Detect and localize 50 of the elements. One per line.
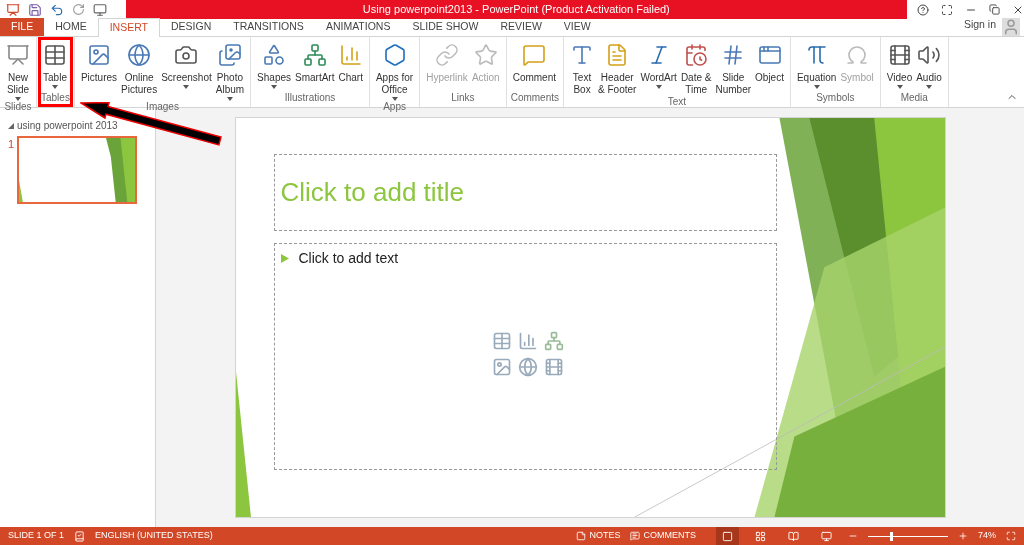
language-label[interactable]: ENGLISH (UNITED STATES) bbox=[95, 529, 213, 543]
ribbon-button[interactable]: Shapes bbox=[255, 40, 294, 92]
ribbon-tab[interactable]: DESIGN bbox=[160, 18, 223, 36]
slide-count: SLIDE 1 OF 1 bbox=[8, 529, 65, 543]
ribbon-button[interactable]: Table bbox=[41, 40, 69, 92]
ribbon-tab[interactable]: FILE bbox=[0, 18, 45, 36]
comments-button[interactable]: COMMENTS bbox=[630, 529, 696, 543]
ribbon-button[interactable]: Online Pictures bbox=[119, 40, 160, 101]
slide-canvas[interactable]: Click to add title Click to add text bbox=[234, 117, 946, 518]
sign-in-link[interactable]: Sign in bbox=[963, 17, 996, 33]
ribbon-button[interactable]: Object bbox=[753, 40, 786, 96]
group-label: Text bbox=[666, 96, 688, 108]
group-label: Symbols bbox=[815, 92, 856, 104]
content-placeholder[interactable]: Click to add text bbox=[273, 243, 777, 470]
ribbon-button[interactable]: WordArt bbox=[638, 40, 679, 96]
ribbon-button[interactable]: Comment bbox=[510, 40, 559, 92]
ribbon-tab[interactable]: INSERT bbox=[97, 18, 160, 37]
ribbon-button[interactable]: Equation bbox=[794, 40, 839, 92]
group-label: Links bbox=[450, 92, 476, 104]
zoom-percent[interactable]: 74% bbox=[978, 529, 996, 543]
notes-button[interactable]: NOTES bbox=[576, 529, 621, 543]
group-label: Illustrations bbox=[283, 92, 337, 104]
group-label: Tables bbox=[41, 92, 70, 104]
ribbon-button[interactable]: Text Box bbox=[568, 40, 597, 96]
section-title[interactable]: using powerpoint 2013 bbox=[17, 118, 118, 133]
group-label: Apps bbox=[382, 101, 407, 113]
ribbon-tab[interactable]: REVIEW bbox=[489, 18, 553, 36]
ribbon-button[interactable]: Pictures bbox=[78, 40, 120, 101]
ribbon-tab[interactable]: SLIDE SHOW bbox=[401, 18, 490, 36]
ribbon-button[interactable]: New Slide bbox=[4, 40, 32, 101]
window-title: Using powerpoint2013 - PowerPoint (Product Activation Failed) bbox=[125, 0, 907, 19]
ribbon-tab[interactable]: VIEW bbox=[552, 18, 602, 36]
group-label: Images bbox=[145, 101, 180, 113]
ribbon-button[interactable]: Apps for Office bbox=[373, 40, 416, 101]
ribbon-button[interactable]: Video bbox=[884, 40, 915, 92]
ribbon-button[interactable]: Slide Number bbox=[713, 40, 754, 96]
ribbon-tab[interactable]: TRANSITIONS bbox=[222, 18, 315, 36]
group-label: Comments bbox=[510, 92, 560, 104]
ribbon-tab[interactable]: HOME bbox=[44, 18, 98, 36]
ribbon-button[interactable]: Chart bbox=[336, 40, 365, 92]
group-label: Media bbox=[899, 92, 929, 104]
ribbon-button[interactable]: Audio bbox=[914, 40, 944, 92]
ribbon-button[interactable]: Photo Album bbox=[213, 40, 247, 101]
ribbon-tab[interactable]: ANIMATIONS bbox=[314, 18, 402, 36]
ribbon-button[interactable]: Date & Time bbox=[678, 40, 714, 96]
group-label: Slides bbox=[4, 101, 32, 113]
ribbon-button[interactable]: SmartArt bbox=[293, 40, 337, 92]
slide-number: 1 bbox=[8, 137, 15, 152]
ribbon-button[interactable]: Screenshot bbox=[159, 40, 214, 101]
ribbon-button[interactable]: Header & Footer bbox=[596, 40, 639, 96]
